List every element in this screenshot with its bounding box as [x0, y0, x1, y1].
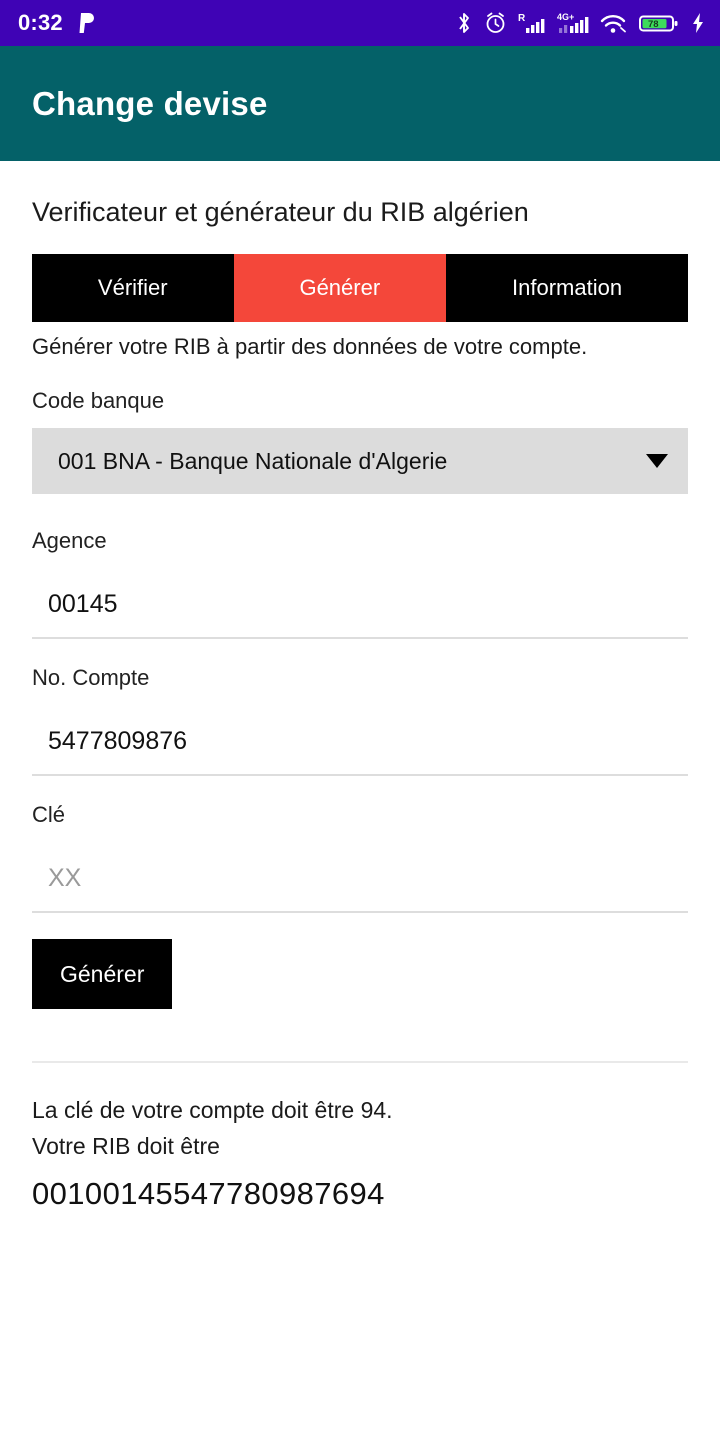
tab-generer[interactable]: Générer [233, 254, 447, 322]
paypal-icon [77, 11, 97, 35]
key-label: Clé [32, 802, 66, 827]
section-divider [32, 1061, 688, 1063]
result-key-message: La clé de votre compte doit être 94. [32, 1097, 393, 1123]
bank-code-label: Code banque [32, 388, 165, 413]
tab-verifier[interactable]: Vérifier [32, 254, 234, 322]
status-bar-clock: 0:32 [18, 10, 63, 35]
generate-button[interactable]: Générer [32, 939, 173, 1009]
mobile-data-signal-icon: 4G+ [557, 11, 589, 35]
tab-information[interactable]: Information [446, 254, 688, 322]
status-bar: 0:32 R 4G+ 78 [0, 0, 720, 46]
charging-bolt-icon [690, 11, 706, 35]
tab-description: Générer votre RIB à partir des données d… [32, 334, 588, 359]
app-bar-title: Change devise [32, 84, 268, 122]
battery-icon: 78 [639, 11, 679, 35]
status-bar-left: 0:32 [18, 10, 97, 36]
chevron-down-icon [646, 454, 668, 468]
result-block: La clé de votre compte doit être 94. Vot… [32, 1093, 688, 1212]
alarm-clock-icon [484, 11, 507, 35]
result-rib-message: Votre RIB doit être [32, 1132, 220, 1159]
svg-text:R: R [518, 13, 526, 24]
roaming-signal-icon: R [518, 11, 546, 35]
page-title: Verificateur et générateur du RIB algéri… [32, 197, 529, 227]
key-input[interactable] [32, 842, 688, 913]
result-rib-value: 00100145547780987694 [32, 1176, 385, 1212]
battery-level-text: 78 [648, 19, 659, 30]
key-field: Clé [32, 802, 688, 913]
bank-code-selected-value: 001 BNA - Banque Nationale d'Algerie [58, 447, 448, 474]
svg-text:4G+: 4G+ [557, 12, 574, 22]
account-number-field: No. Compte [32, 665, 688, 776]
wifi-icon [600, 11, 628, 35]
status-bar-right: R 4G+ 78 [455, 11, 706, 35]
page-content: Verificateur et générateur du RIB algéri… [0, 197, 720, 1212]
agency-field: Agence [32, 528, 688, 639]
agency-label: Agence [32, 528, 107, 553]
bank-code-select[interactable]: 001 BNA - Banque Nationale d'Algerie [32, 428, 688, 494]
agency-input[interactable] [32, 568, 688, 639]
bank-code-field: Code banque 001 BNA - Banque Nationale d… [32, 388, 688, 494]
app-bar: Change devise [0, 46, 720, 161]
account-number-label: No. Compte [32, 665, 150, 690]
bluetooth-icon [455, 11, 473, 35]
account-number-input[interactable] [32, 705, 688, 776]
tab-bar: Vérifier Générer Information [32, 254, 688, 322]
